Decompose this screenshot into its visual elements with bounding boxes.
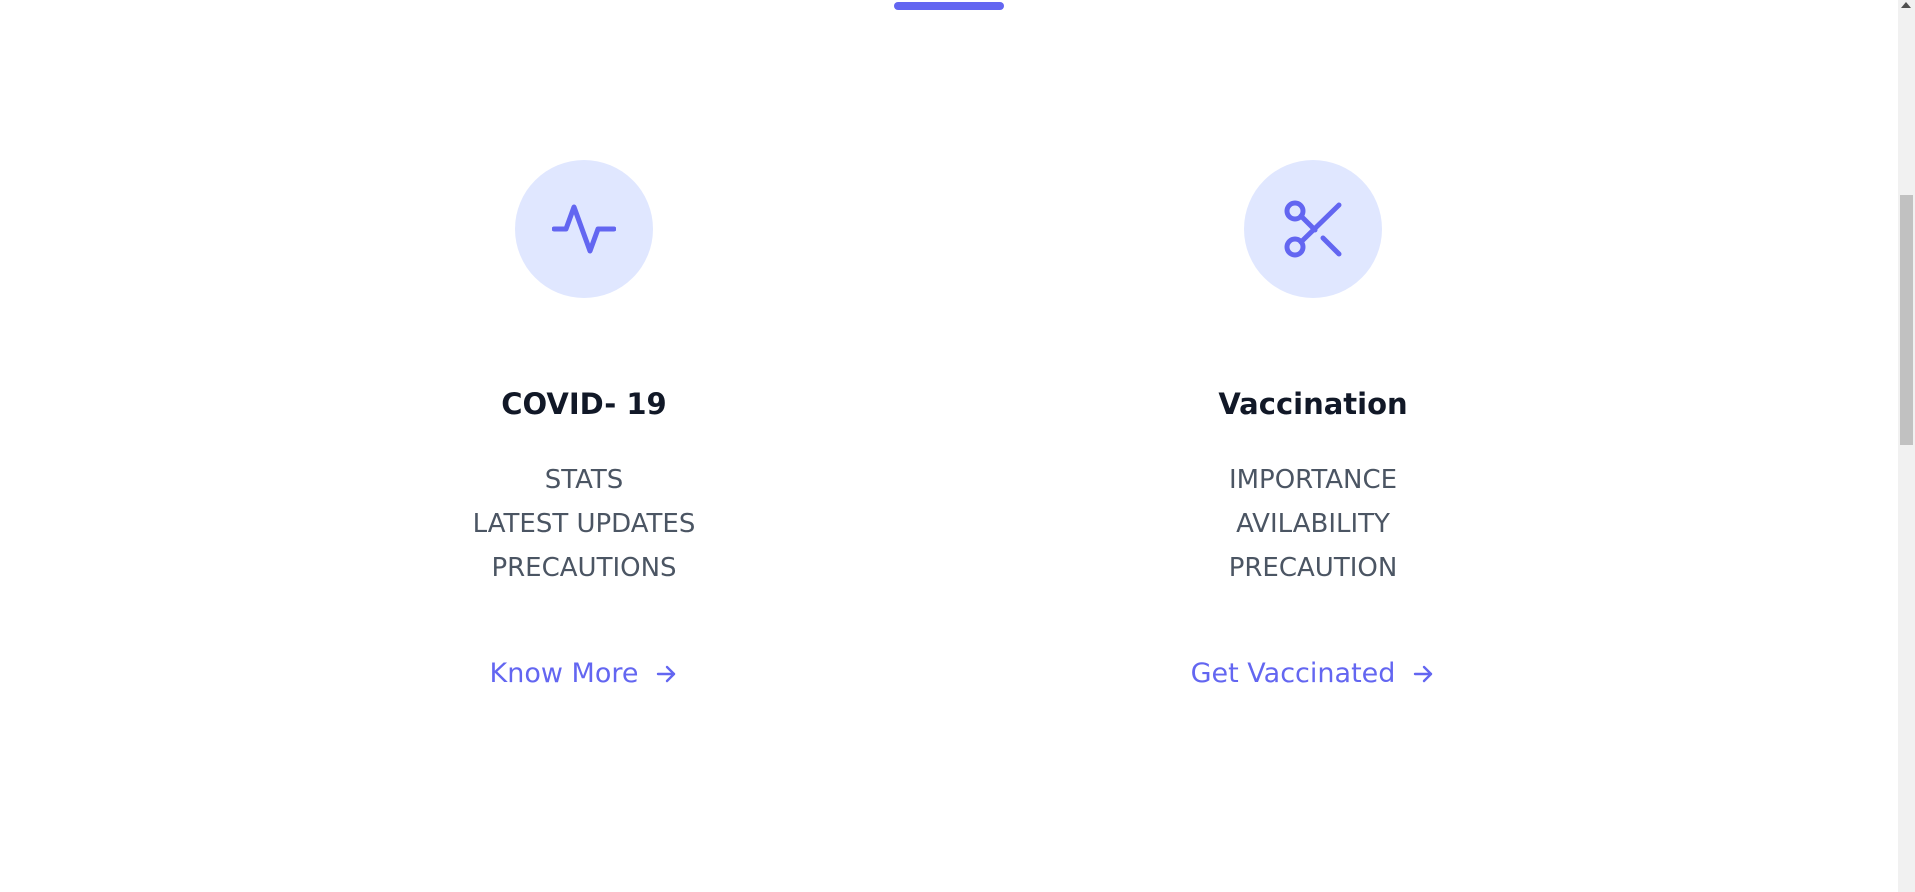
list-item: PRECAUTIONS [491, 553, 677, 583]
get-vaccinated-link[interactable]: Get Vaccinated [1191, 658, 1436, 689]
page: COVID- 19 STATS LATEST UPDATES PRECAUTIO… [0, 0, 1915, 892]
arrow-right-icon [1414, 665, 1433, 682]
card-title: Vaccination [1218, 387, 1408, 421]
list-item: LATEST UPDATES [472, 509, 696, 539]
scroll-up-icon[interactable] [1901, 2, 1911, 8]
section-accent-bar [894, 2, 1004, 10]
covid-card: COVID- 19 STATS LATEST UPDATES PRECAUTIO… [364, 160, 804, 689]
link-label: Get Vaccinated [1190, 658, 1396, 689]
covid-icon-circle [515, 160, 653, 298]
scissors-icon [1284, 200, 1342, 258]
scrollbar[interactable] [1898, 0, 1915, 892]
list-item: PRECAUTION [1228, 553, 1398, 583]
card-list: IMPORTANCE AVILABILITY PRECAUTION [1093, 458, 1533, 590]
card-list: STATS LATEST UPDATES PRECAUTIONS [364, 458, 804, 590]
list-item: STATS [544, 465, 624, 495]
vaccination-icon-circle [1244, 160, 1382, 298]
list-item: AVILABILITY [1236, 509, 1390, 539]
vaccination-card: Vaccination IMPORTANCE AVILABILITY PRECA… [1093, 160, 1533, 689]
link-label: Know More [489, 658, 639, 689]
arrow-right-icon [657, 665, 676, 682]
pulse-icon [552, 204, 616, 254]
know-more-link[interactable]: Know More [490, 658, 679, 689]
scrollbar-thumb[interactable] [1900, 195, 1913, 445]
card-title: COVID- 19 [501, 387, 667, 421]
list-item: IMPORTANCE [1228, 465, 1398, 495]
